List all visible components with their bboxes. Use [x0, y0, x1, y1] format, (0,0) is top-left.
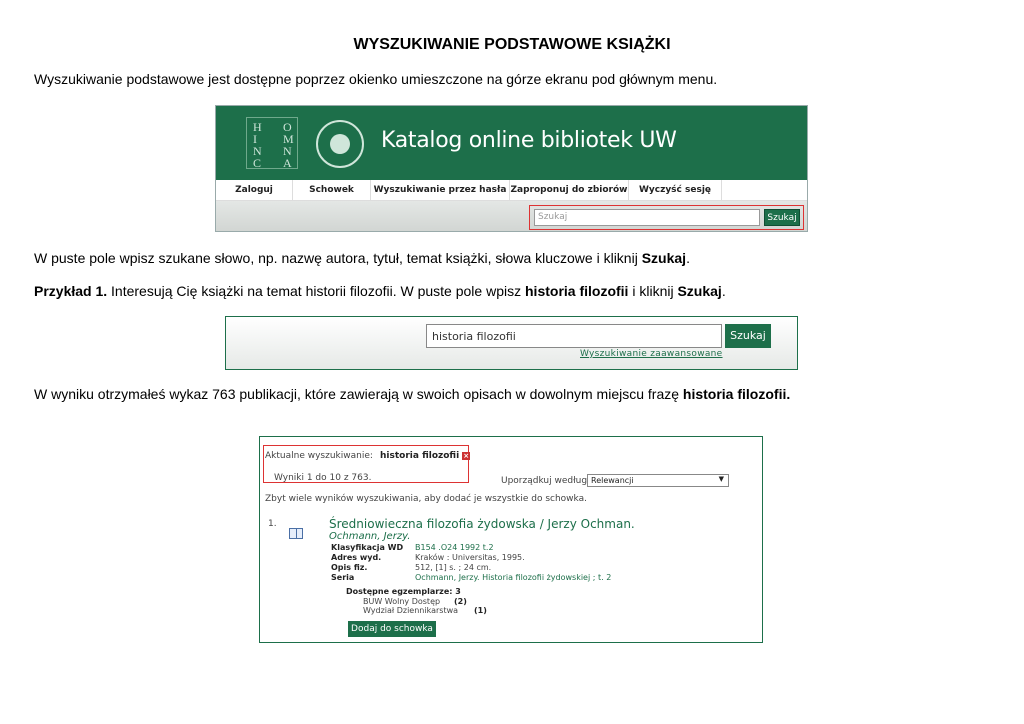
intro-paragraph: Wyszukiwanie podstawowe jest dostępne po…: [34, 71, 718, 87]
too-many-results-note: Zbyt wiele wyników wyszukiwania, aby dod…: [265, 494, 587, 504]
result-number: 1.: [268, 519, 277, 529]
library-logo: H O I M N N C A: [246, 117, 298, 170]
catalog-banner: H O I M N N C A Katalog online bibliotek…: [216, 106, 807, 180]
example-paragraph: Przykład 1. Interesują Cię książki na te…: [34, 283, 726, 299]
field-value[interactable]: B154 .O24 1992 t.2: [415, 543, 494, 552]
copies-label: Dostępne egzemplarze: 3: [346, 587, 461, 596]
search-button[interactable]: Szukaj: [764, 209, 800, 226]
copy-location: Wydział Dziennikarstwa: [363, 606, 459, 615]
field-value: 512, [1] s. ; 24 cm.: [415, 563, 492, 572]
catalog-header-screenshot: H O I M N N C A Katalog online bibliotek…: [215, 105, 808, 232]
add-to-clipboard-button[interactable]: Dodaj do schowka: [348, 621, 436, 637]
search-button[interactable]: Szukaj: [725, 324, 771, 348]
chevron-down-icon: ▼: [718, 475, 724, 483]
result-title-link[interactable]: Średniowieczna filozofia żydowska / Jerz…: [329, 517, 635, 531]
results-paragraph: W wyniku otrzymałeś wykaz 763 publikacji…: [34, 386, 791, 402]
current-search-value: historia filozofii ×: [380, 451, 471, 461]
menu-item-browse-headings[interactable]: Wyszukiwanie przez hasła: [371, 180, 510, 200]
results-screenshot: Aktualne wyszukiwanie: historia filozofi…: [259, 436, 763, 643]
sort-select[interactable]: Relewancji ▼: [587, 474, 729, 487]
field-label: Adres wyd.: [331, 553, 382, 562]
results-count: Wyniki 1 do 10 z 763.: [274, 473, 372, 483]
field-label: Seria: [331, 573, 355, 582]
current-search-label: Aktualne wyszukiwanie:: [265, 451, 373, 461]
university-seal-icon: [316, 120, 364, 168]
menu-item-login[interactable]: Zaloguj: [216, 180, 293, 200]
field-label: Klasyfikacja WD: [331, 543, 404, 552]
page-title: WYSZUKIWANIE PODSTAWOWE KSIĄŻKI: [353, 36, 671, 53]
advanced-search-link[interactable]: Wyszukiwanie zaawansowane: [580, 349, 723, 359]
search-input[interactable]: historia filozofii: [426, 324, 722, 348]
sort-label: Uporządkuj według: [501, 476, 588, 486]
result-author-link[interactable]: Ochmann, Jerzy.: [329, 531, 410, 542]
field-label: Opis fiz.: [331, 563, 368, 572]
menu-item-clear-session[interactable]: Wyczyść sesję: [629, 180, 722, 200]
copy-location: BUW Wolny Dostęp: [363, 597, 441, 606]
field-value[interactable]: Ochmann, Jerzy. Historia filozofii żydow…: [415, 573, 611, 582]
main-menu: Zaloguj Schowek Wyszukiwanie przez hasła…: [216, 180, 807, 201]
menu-item-suggest[interactable]: Zaproponuj do zbiorów: [510, 180, 629, 200]
catalog-title: Katalog online bibliotek UW: [381, 128, 677, 153]
copy-count: (1): [474, 606, 487, 615]
menu-item-clipboard[interactable]: Schowek: [293, 180, 371, 200]
remove-search-icon[interactable]: ×: [462, 451, 471, 460]
copy-count: (2): [454, 597, 467, 606]
search-input[interactable]: Szukaj: [534, 209, 760, 226]
search-example-screenshot: historia filozofii Szukaj Wyszukiwanie z…: [225, 316, 798, 370]
instruction-paragraph: W puste pole wpisz szukane słowo, np. na…: [34, 250, 690, 266]
book-icon: [289, 528, 303, 539]
field-value: Kraków : Universitas, 1995.: [415, 553, 525, 562]
